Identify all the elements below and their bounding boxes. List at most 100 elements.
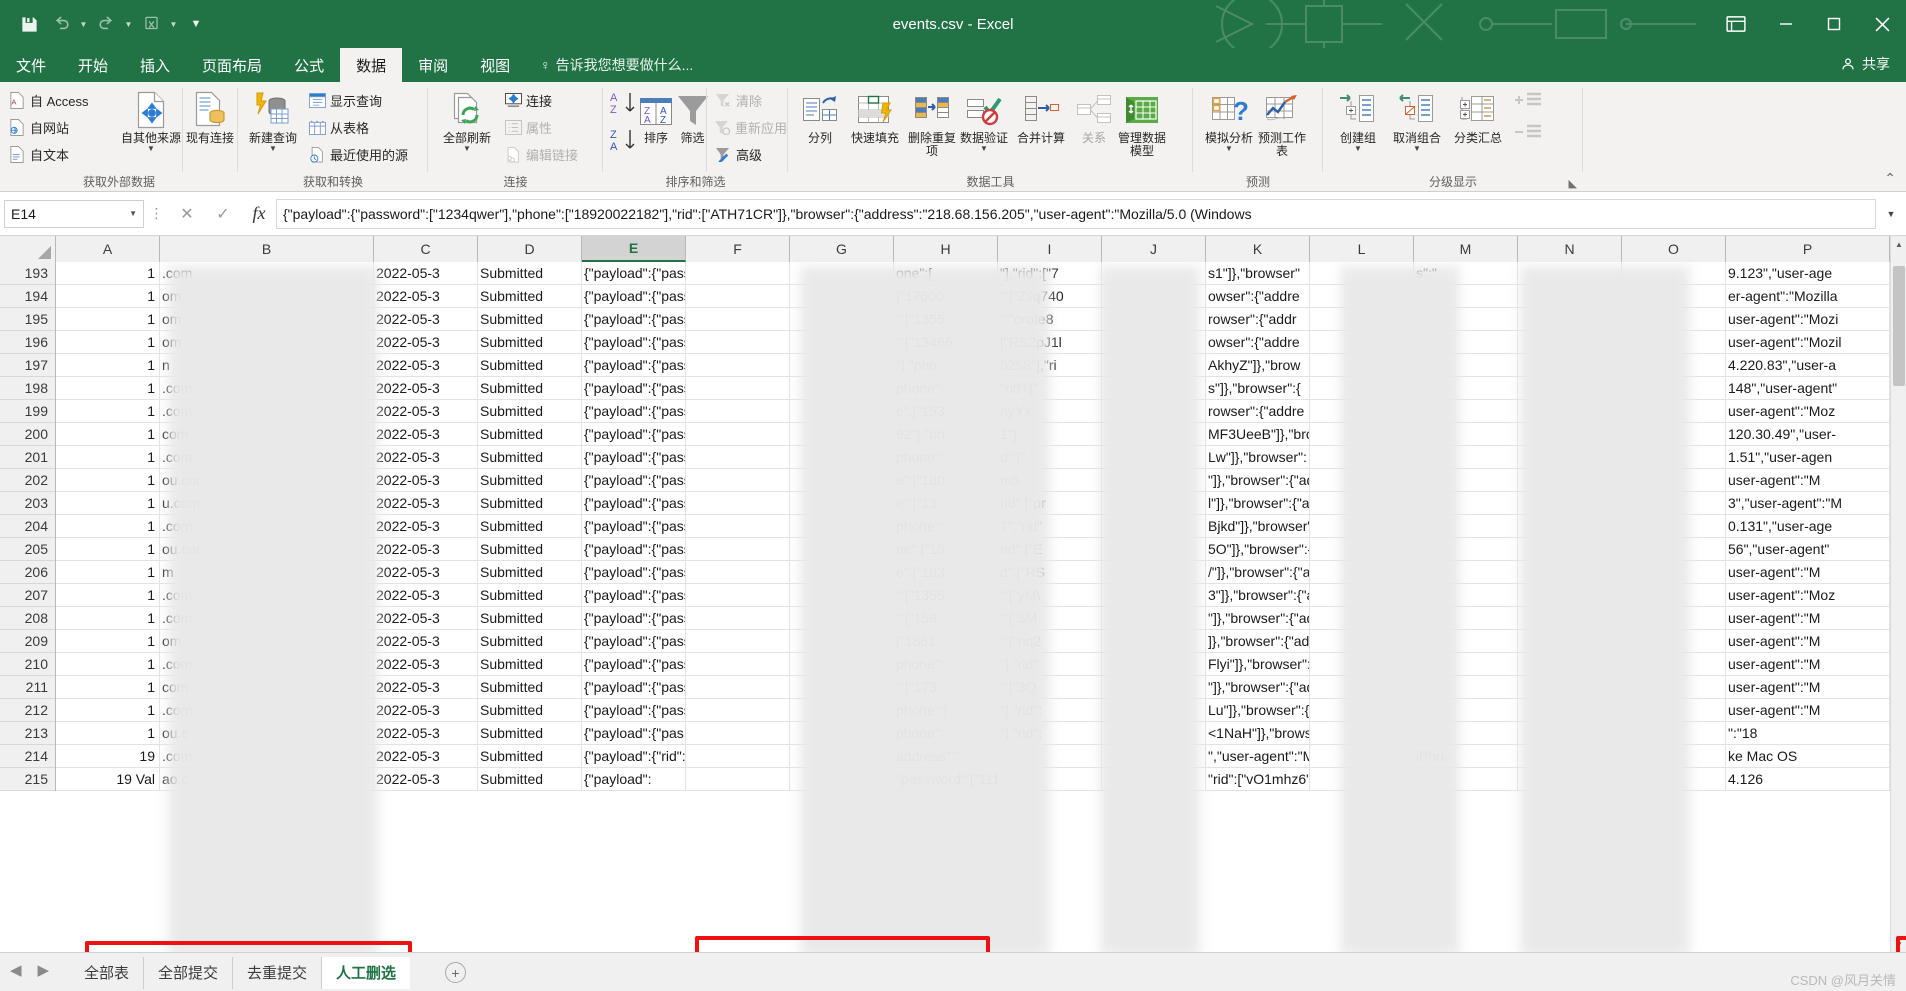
cell-C206[interactable]: 2022-05-3 (374, 561, 478, 583)
cell-C193[interactable]: 2022-05-3 (374, 262, 478, 284)
cell-E215[interactable]: {"payload": (582, 768, 686, 790)
cell-F209[interactable] (686, 630, 790, 652)
name-box-caret-icon[interactable]: ▼ (129, 209, 137, 218)
cell-C196[interactable]: 2022-05-3 (374, 331, 478, 353)
minimize-button[interactable] (1762, 0, 1810, 48)
filter-button[interactable]: 筛选 (675, 87, 710, 145)
cell-P213[interactable]: ":"18 (1726, 722, 1890, 744)
cell-E195[interactable]: {"payload":{"password" (582, 308, 686, 330)
column-header-M[interactable]: M (1414, 236, 1518, 262)
cell-C210[interactable]: 2022-05-3 (374, 653, 478, 675)
existing-connections-button[interactable]: 现有连接 (182, 87, 238, 145)
close-button[interactable] (1858, 0, 1906, 48)
cell-P209[interactable]: user-agent":"M (1726, 630, 1890, 652)
cell-D212[interactable]: Submitted (478, 699, 582, 721)
cell-F207[interactable] (686, 584, 790, 606)
column-header-I[interactable]: I (998, 236, 1102, 262)
row-header[interactable]: 214 (0, 745, 55, 768)
cell-C213[interactable]: 2022-05-3 (374, 722, 478, 744)
cell-E213[interactable]: {"payload":{"pas (582, 722, 686, 744)
cell-F205[interactable] (686, 538, 790, 560)
cell-F201[interactable] (686, 446, 790, 468)
cell-K200[interactable]: MF3UeeB"]},"bro (1206, 423, 1310, 445)
column-header-N[interactable]: N (1518, 236, 1622, 262)
select-all-corner[interactable] (0, 236, 56, 262)
tab-view[interactable]: 视图 (464, 48, 526, 82)
cell-E199[interactable]: {"payload":{"password" (582, 400, 686, 422)
confirm-edit-icon[interactable]: ✓ (206, 199, 240, 229)
column-header-G[interactable]: G (790, 236, 894, 262)
cell-K209[interactable]: ]},"browser":{"addres (1206, 630, 1310, 652)
column-header-H[interactable]: H (894, 236, 998, 262)
cell-E202[interactable]: {"payload":{"password":[ (582, 469, 686, 491)
column-header-C[interactable]: C (374, 236, 478, 262)
row-header[interactable]: 198 (0, 377, 55, 400)
row-header[interactable]: 195 (0, 308, 55, 331)
cell-F200[interactable] (686, 423, 790, 445)
cell-C214[interactable]: 2022-05-3 (374, 745, 478, 767)
cell-E205[interactable]: {"payload":{"password":[ (582, 538, 686, 560)
sort-button[interactable]: ZAAZ 排序 (637, 87, 675, 145)
advanced-filter-button[interactable]: 高级 (710, 142, 788, 167)
cell-F211[interactable] (686, 676, 790, 698)
formula-input[interactable]: {"payload":{"password":["1234qwer"],"pho… (276, 198, 1876, 229)
name-box[interactable]: E14 ▼ (4, 199, 144, 228)
cell-D200[interactable]: Submitted (478, 423, 582, 445)
cell-D197[interactable]: Submitted (478, 354, 582, 376)
cell-P208[interactable]: user-agent":"M (1726, 607, 1890, 629)
cell-A199[interactable]: 1 (56, 400, 160, 422)
cell-A193[interactable]: 1 (56, 262, 160, 284)
cell-F210[interactable] (686, 653, 790, 675)
row-header[interactable]: 205 (0, 538, 55, 561)
row-header[interactable]: 210 (0, 653, 55, 676)
what-if-analysis-button[interactable]: ? 模拟分析 ▼ (1201, 87, 1257, 154)
cell-P201[interactable]: 1.51","user-agen (1726, 446, 1890, 468)
cell-K203[interactable]: l"]},"browser":{"ad (1206, 492, 1310, 514)
cell-C209[interactable]: 2022-05-3 (374, 630, 478, 652)
qat-overflow-icon[interactable]: ▼ (181, 9, 211, 39)
cell-F206[interactable] (686, 561, 790, 583)
group-button[interactable]: 创建组 ▼ (1331, 87, 1385, 154)
cell-C197[interactable]: 2022-05-3 (374, 354, 478, 376)
cell-K215[interactable]: "rid":["vO1mhz6"]},"browser":{"addre (1206, 768, 1310, 790)
connections-button[interactable]: 连接 (500, 88, 598, 113)
cell-D198[interactable]: Submitted (478, 377, 582, 399)
cell-F197[interactable] (686, 354, 790, 376)
consolidate-button[interactable]: 合并计算 (1010, 87, 1072, 145)
cell-F215[interactable] (686, 768, 790, 790)
what-if-caret-icon[interactable]: ▼ (1225, 144, 1233, 154)
column-header-A[interactable]: A (56, 236, 160, 262)
cell-C201[interactable]: 2022-05-3 (374, 446, 478, 468)
cell-D210[interactable]: Submitted (478, 653, 582, 675)
cell-F203[interactable] (686, 492, 790, 514)
cell-A197[interactable]: 1 (56, 354, 160, 376)
cell-C211[interactable]: 2022-05-3 (374, 676, 478, 698)
cell-C203[interactable]: 2022-05-3 (374, 492, 478, 514)
cell-D194[interactable]: Submitted (478, 285, 582, 307)
data-validation-caret-icon[interactable]: ▼ (980, 144, 988, 154)
cell-K204[interactable]: Bjkd"]},"browser":{ (1206, 515, 1310, 537)
cell-E203[interactable]: {"payload":{"password":[ (582, 492, 686, 514)
cell-K195[interactable]: rowser":{"addr (1206, 308, 1310, 330)
tab-formulas[interactable]: 公式 (278, 48, 340, 82)
cell-A198[interactable]: 1 (56, 377, 160, 399)
tab-data[interactable]: 数据 (340, 48, 403, 82)
subtotal-button[interactable]: 分类汇总 (1449, 87, 1507, 145)
cell-F193[interactable] (686, 262, 790, 284)
vertical-scroll-thumb[interactable] (1893, 266, 1905, 386)
collapse-ribbon-button[interactable]: ⌃ (1884, 170, 1896, 187)
cell-P205[interactable]: 56","user-agent" (1726, 538, 1890, 560)
from-web-button[interactable]: 自网站 (4, 115, 120, 140)
cell-A201[interactable]: 1 (56, 446, 160, 468)
row-header[interactable]: 215 (0, 768, 55, 791)
cell-A215[interactable]: 19 Val (56, 768, 160, 790)
redo-icon[interactable] (91, 9, 121, 39)
cell-P204[interactable]: 0.131","user-age (1726, 515, 1890, 537)
expand-formula-bar-icon[interactable]: ▼ (1876, 209, 1906, 219)
ungroup-button[interactable]: 取消组合 ▼ (1385, 87, 1449, 154)
sheet-tab-all-submitted[interactable]: 全部提交 (144, 956, 234, 989)
cell-K205[interactable]: 5O"]},"browser":{"a (1206, 538, 1310, 560)
column-header-K[interactable]: K (1206, 236, 1310, 262)
cell-C195[interactable]: 2022-05-3 (374, 308, 478, 330)
tab-home[interactable]: 开始 (62, 48, 124, 82)
